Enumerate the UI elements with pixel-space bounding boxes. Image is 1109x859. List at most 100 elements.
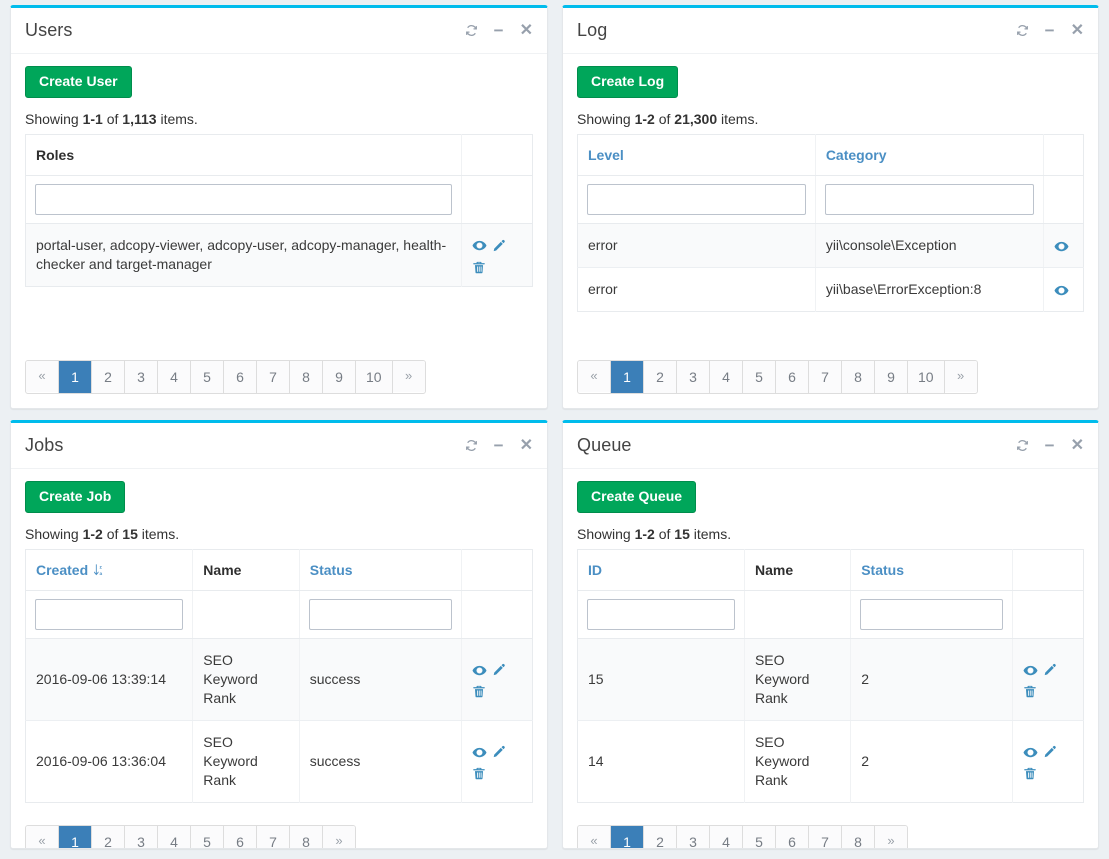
view-icon[interactable] (472, 663, 487, 678)
pagination-page-6-link[interactable]: 6 (776, 360, 808, 393)
pagination-page-10-link[interactable]: 10 (356, 360, 392, 393)
pagination-page-7-link[interactable]: 7 (809, 360, 841, 393)
column-header-label[interactable]: Created (36, 562, 88, 578)
refresh-icon[interactable] (1016, 24, 1029, 37)
delete-icon[interactable] (1023, 684, 1037, 699)
edit-icon[interactable] (1042, 663, 1056, 677)
sort-descending-icon[interactable]: za (88, 562, 105, 578)
column-header-status[interactable]: Status (299, 549, 463, 592)
pagination-page-8-link[interactable]: 8 (290, 825, 322, 848)
delete-icon[interactable] (1023, 766, 1037, 781)
refresh-icon[interactable] (465, 24, 478, 37)
create-jobs-button[interactable]: Create Job (25, 481, 126, 514)
pagination-page-5-link[interactable]: 5 (743, 360, 775, 393)
pagination-page-1-link[interactable]: 1 (59, 825, 91, 848)
column-header-label[interactable]: Status (861, 562, 904, 578)
pagination-page-10-link[interactable]: 10 (908, 360, 944, 393)
column-header-label[interactable]: Status (310, 562, 353, 578)
column-header-id[interactable]: ID (577, 549, 745, 592)
pagination-page-5-link[interactable]: 5 (191, 825, 223, 848)
pagination-next-link[interactable]: » (944, 360, 977, 392)
pagination-page-2-link[interactable]: 2 (644, 825, 676, 848)
pagination-page-1-link[interactable]: 1 (59, 360, 91, 393)
pagination-page-9-link[interactable]: 9 (875, 360, 907, 393)
filter-input-category[interactable] (824, 184, 1034, 216)
pagination-page-3-link[interactable]: 3 (677, 360, 709, 393)
pagination-prev-link[interactable]: « (26, 825, 58, 848)
pagination-page-6-link[interactable]: 6 (224, 825, 256, 848)
table-row[interactable]: 2016-09-06 13:39:14 SEO Keyword Rank succe… (25, 638, 533, 722)
minimize-icon[interactable]: − (1045, 22, 1055, 39)
view-icon[interactable] (1054, 283, 1069, 298)
table-row[interactable]: 2016-09-06 13:36:04 SEO Keyword Rank succe… (25, 720, 533, 803)
refresh-icon[interactable] (465, 439, 478, 452)
table-row[interactable]: error yii\console\Exception (577, 223, 1084, 269)
pagination-page-1-link[interactable]: 1 (611, 825, 643, 848)
pagination-page-6-link[interactable]: 6 (776, 825, 808, 848)
minimize-icon[interactable]: − (494, 22, 504, 39)
refresh-icon[interactable] (1016, 439, 1029, 452)
pagination-page-1-link[interactable]: 1 (611, 360, 643, 393)
pagination-prev-link[interactable]: « (578, 825, 610, 848)
close-icon[interactable]: ✕ (520, 437, 533, 454)
edit-icon[interactable] (491, 663, 505, 677)
pagination-page-6-link[interactable]: 6 (224, 360, 256, 393)
filter-input-level[interactable] (587, 184, 806, 216)
column-header-status[interactable]: Status (850, 549, 1014, 592)
pagination-page-8-link[interactable]: 8 (842, 360, 874, 393)
edit-icon[interactable] (1042, 745, 1056, 759)
column-header-level[interactable]: Level (577, 134, 816, 177)
pagination-page-7-link[interactable]: 7 (257, 360, 289, 393)
pagination-page-8-link[interactable]: 8 (842, 825, 874, 848)
pagination-page-2-link[interactable]: 2 (92, 825, 124, 848)
pagination-page-3-link[interactable]: 3 (677, 825, 709, 848)
pagination-page-4-link[interactable]: 4 (158, 360, 190, 393)
pagination-page-4-link[interactable]: 4 (158, 825, 190, 848)
delete-icon[interactable] (472, 260, 486, 275)
filter-input-roles[interactable] (35, 184, 453, 216)
pagination-next-link[interactable]: » (323, 825, 355, 848)
table-row[interactable]: 15 SEO Keyword Rank 2 (577, 638, 1084, 722)
filter-input-status[interactable] (308, 599, 452, 631)
pagination-page-3-link[interactable]: 3 (125, 825, 157, 848)
filter-input-created[interactable] (35, 599, 184, 631)
table-row[interactable]: 14 SEO Keyword Rank 2 (577, 720, 1084, 803)
pagination-page-3-link[interactable]: 3 (125, 360, 157, 393)
pagination-page-5-link[interactable]: 5 (743, 825, 775, 848)
pagination-page-4-link[interactable]: 4 (710, 360, 742, 393)
delete-icon[interactable] (472, 684, 486, 699)
delete-icon[interactable] (472, 766, 486, 781)
create-users-button[interactable]: Create User (25, 66, 132, 99)
filter-input-status[interactable] (860, 599, 1004, 631)
table-row[interactable]: portal-user, adcopy-viewer, adcopy-user,… (25, 223, 533, 287)
pagination-next-link[interactable]: » (875, 825, 907, 848)
pagination-page-8-link[interactable]: 8 (290, 360, 322, 393)
pagination-prev-link[interactable]: « (578, 360, 610, 392)
minimize-icon[interactable]: − (494, 437, 504, 454)
pagination-page-2-link[interactable]: 2 (92, 360, 124, 393)
close-icon[interactable]: ✕ (1071, 22, 1084, 39)
create-log-button[interactable]: Create Log (577, 66, 679, 99)
view-icon[interactable] (1054, 239, 1069, 254)
view-icon[interactable] (1023, 663, 1038, 678)
pagination-next-link[interactable]: » (392, 360, 425, 392)
close-icon[interactable]: ✕ (1071, 437, 1084, 454)
edit-icon[interactable] (491, 239, 505, 253)
pagination-page-9-link[interactable]: 9 (323, 360, 355, 393)
column-header-label[interactable]: Level (588, 147, 624, 163)
pagination-page-7-link[interactable]: 7 (809, 825, 841, 848)
column-header-category[interactable]: Category (815, 134, 1044, 177)
pagination-page-2-link[interactable]: 2 (644, 360, 676, 393)
view-icon[interactable] (472, 238, 487, 253)
pagination-page-5-link[interactable]: 5 (191, 360, 223, 393)
close-icon[interactable]: ✕ (520, 22, 533, 39)
filter-input-id[interactable] (587, 599, 735, 631)
view-icon[interactable] (1023, 745, 1038, 760)
pagination-prev-link[interactable]: « (26, 360, 58, 392)
table-row[interactable]: error yii\base\ErrorException:8 (577, 267, 1084, 312)
column-header-label[interactable]: ID (588, 562, 602, 578)
view-icon[interactable] (472, 745, 487, 760)
column-header-created[interactable]: Created z a (25, 549, 194, 592)
minimize-icon[interactable]: − (1045, 437, 1055, 454)
pagination-page-7-link[interactable]: 7 (257, 825, 289, 848)
